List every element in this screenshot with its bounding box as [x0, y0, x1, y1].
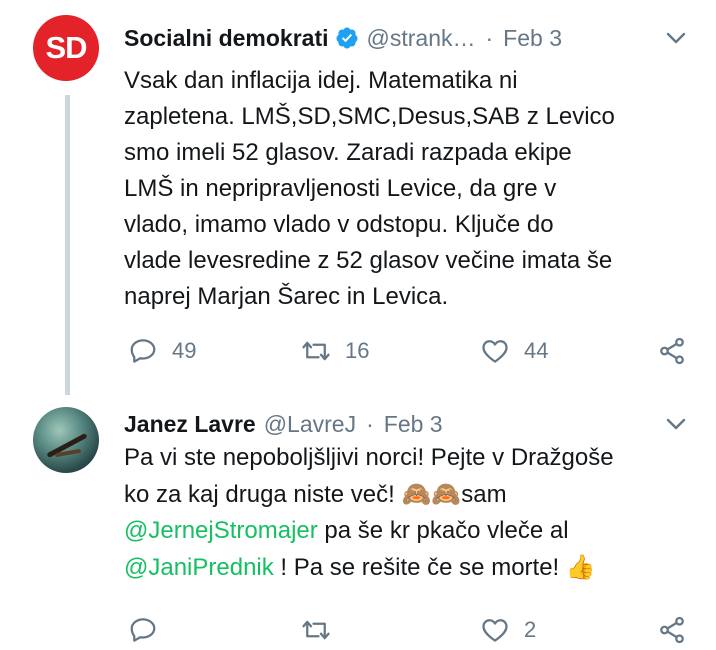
retweet-icon — [302, 620, 330, 640]
tweet-header: Socialni demokrati @strank… · Feb 3 — [124, 23, 562, 53]
reply-button[interactable] — [128, 610, 172, 650]
like-count: 44 — [524, 338, 549, 363]
avatar-logo-text: SD — [45, 30, 87, 65]
tweet-text-line: @JaniPrednik ! Pa se rešite če se morte!… — [124, 549, 694, 586]
reply-icon — [130, 339, 156, 363]
avatar[interactable] — [33, 407, 99, 473]
tweet-text: Vsak dan inflacija idej. Matematika ni z… — [124, 63, 694, 315]
reply-icon — [130, 618, 156, 642]
tweet-date[interactable]: Feb 3 — [384, 411, 443, 438]
text-segment: sam — [461, 481, 507, 508]
share-icon — [660, 616, 684, 644]
avatar[interactable]: SD — [33, 15, 99, 81]
tweet-text-line: naprej Marjan Šarec in Levica. — [124, 283, 449, 310]
retweet-button[interactable]: 16 — [301, 331, 369, 371]
see-no-evil-monkey-emoji: 🙈🙈 — [401, 480, 462, 508]
text-segment: ko za kaj druga niste več! — [124, 481, 402, 508]
share-icon — [660, 337, 684, 365]
chevron-down-icon[interactable] — [664, 412, 688, 436]
tweet-text-line: LMŠ in nepripravljenosti Levice, da gre … — [124, 175, 557, 202]
tweet-text-line: Pa vi ste nepoboljšljivi norci! Pejte v … — [124, 440, 694, 476]
author-handle[interactable]: @LavreJ — [264, 411, 356, 438]
text-segment: ! Pa se rešite če se morte! — [273, 554, 566, 581]
separator-dot: · — [485, 24, 494, 51]
heart-icon — [482, 340, 508, 363]
tweet-text-line: Vsak dan inflacija idej. Matematika ni — [124, 67, 518, 94]
reply-button[interactable]: 49 — [128, 331, 196, 371]
author-name[interactable]: Socialni demokrati — [124, 25, 329, 52]
tweet-actions: 49 16 44 — [124, 331, 694, 371]
tweet-text-line: @JernejStromajer pa še kr pkačo vleče al — [124, 513, 694, 549]
share-button[interactable] — [657, 331, 687, 371]
retweet-icon — [302, 341, 330, 361]
thread-connector-line — [65, 95, 70, 395]
heart-icon — [482, 619, 508, 642]
tweet-text-line: smo imeli 52 glasov. Zaradi razpada ekip… — [124, 139, 572, 166]
tweet-text-line: ko za kaj druga niste več! 🙈🙈sam — [124, 476, 694, 513]
like-count: 2 — [524, 617, 537, 642]
tweet-header: Janez Lavre @LavreJ · Feb 3 — [124, 409, 443, 439]
chevron-down-icon[interactable] — [664, 26, 688, 50]
author-handle[interactable]: @strank… — [367, 25, 476, 52]
tweet-text-line: zapletena. LMŠ,SD,SMC,Desus,SAB z Levico — [124, 103, 615, 130]
like-button[interactable]: 44 — [480, 331, 548, 371]
retweet-count: 16 — [345, 338, 370, 363]
author-name[interactable]: Janez Lavre — [124, 411, 256, 438]
retweet-button[interactable] — [301, 610, 345, 650]
separator-dot: · — [366, 410, 374, 437]
text-segment: Pa vi ste nepoboljšljivi norci! Pejte v … — [124, 444, 614, 471]
tweet-text: Pa vi ste nepoboljšljivi norci! Pejte v … — [124, 440, 694, 586]
mention-link[interactable]: @JaniPrednik — [124, 554, 274, 581]
verified-badge-icon — [336, 27, 358, 49]
text-segment: pa še kr pkačo vleče al — [317, 517, 569, 544]
tweet-text-line: vlado, imamo vlado v odstopu. Ključe do — [124, 211, 554, 238]
tweet-actions: 2 — [124, 610, 694, 650]
mention-link[interactable]: @JernejStromajer — [124, 517, 318, 544]
reply-count: 49 — [172, 338, 197, 363]
tweet-text-line: vlade levesredine z 52 glasov večine ima… — [124, 247, 613, 274]
share-button[interactable] — [657, 610, 687, 650]
tweet-date[interactable]: Feb 3 — [503, 25, 562, 52]
thumbs-up-emoji: 👍 — [565, 553, 596, 581]
like-button[interactable]: 2 — [480, 610, 536, 650]
